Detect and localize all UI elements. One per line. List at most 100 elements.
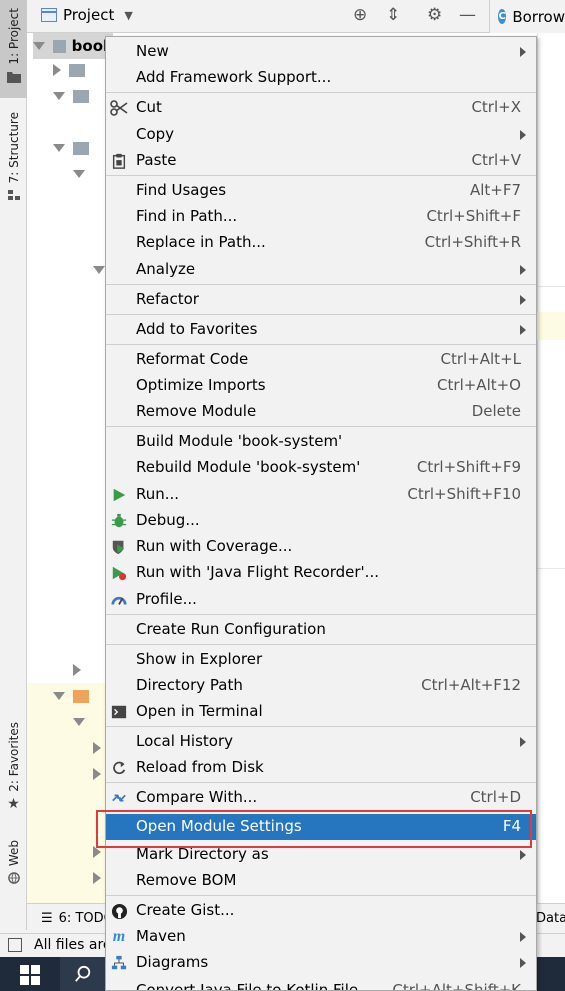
menu-item-replace-in-path[interactable]: Replace in Path... Ctrl+Shift+R: [106, 230, 536, 256]
tree-row[interactable]: [93, 865, 101, 891]
menu-item-refactor[interactable]: Refactor: [106, 287, 536, 313]
tab-structure[interactable]: 7: Structure: [0, 112, 27, 212]
tree-row[interactable]: [93, 735, 101, 761]
menu-item-label: Create Gist...: [136, 901, 235, 919]
menu-item-local-history[interactable]: Local History: [106, 729, 536, 755]
menu-item-reload-from-disk[interactable]: Reload from Disk: [106, 755, 536, 781]
collapsed-arrow-icon: [73, 664, 81, 676]
menu-item-directory-path[interactable]: Directory Path Ctrl+Alt+F12: [106, 673, 536, 699]
menu-item-analyze[interactable]: Analyze: [106, 257, 536, 283]
editor-current-line: [537, 312, 565, 340]
tree-row[interactable]: [53, 83, 89, 109]
tree-row-root[interactable]: book: [33, 33, 113, 59]
submenu-arrow-icon: [520, 130, 526, 140]
module-folder-icon: [53, 39, 66, 53]
tab-favorites[interactable]: 2: Favorites ★: [0, 722, 27, 822]
menu-item-create-gist[interactable]: Create Gist...: [106, 898, 536, 924]
project-view-selector[interactable]: Project ▼: [41, 6, 133, 24]
menu-item-label: Run with 'Java Flight Recorder'...: [136, 563, 379, 581]
menu-item-shortcut: Ctrl+Alt+L: [440, 350, 522, 368]
menu-separator: [106, 314, 536, 315]
menu-item-label: Show in Explorer: [136, 650, 263, 668]
tree-row[interactable]: [53, 57, 85, 83]
menu-item-new[interactable]: New: [106, 39, 536, 65]
tree-row[interactable]: [53, 683, 89, 709]
menu-item-compare-with[interactable]: Compare With... Ctrl+D: [106, 785, 536, 811]
taskbar-search[interactable]: [60, 957, 105, 991]
submenu-arrow-icon: [520, 47, 526, 57]
status-panel-icon[interactable]: [8, 938, 22, 952]
menu-item-convert-java-file-to-kotlin-file[interactable]: Convert Java File to Kotlin File Ctrl+Alt…: [106, 978, 536, 991]
profile-icon: [110, 591, 128, 609]
tab-favorites-label: 2: Favorites: [6, 722, 21, 792]
menu-item-maven[interactable]: m Maven: [106, 924, 536, 950]
locate-icon[interactable]: ⊕: [353, 5, 367, 25]
terminal-icon: [110, 703, 128, 721]
panel-title: Project: [63, 6, 115, 24]
gear-icon[interactable]: ⚙: [427, 5, 442, 25]
tab-project[interactable]: 1: Project: [0, 0, 27, 98]
tree-row[interactable]: [73, 161, 85, 187]
run-icon: [110, 486, 128, 504]
menu-item-create-run-configuration[interactable]: Create Run Configuration: [106, 617, 536, 643]
hide-icon[interactable]: —: [459, 5, 476, 25]
menu-item-debug[interactable]: Debug...: [106, 508, 536, 534]
collapsed-arrow-icon: [93, 768, 101, 780]
menu-item-profile[interactable]: Profile...: [106, 587, 536, 613]
menu-item-run-with-java-flight-recorder[interactable]: Run with 'Java Flight Recorder'...: [106, 560, 536, 586]
menu-item-shortcut: Ctrl+Alt+Shift+K: [392, 981, 521, 991]
menu-item-optimize-imports[interactable]: Optimize Imports Ctrl+Alt+O: [106, 373, 536, 399]
menu-item-find-usages[interactable]: Find Usages Alt+F7: [106, 178, 536, 204]
menu-item-run-with-coverage[interactable]: Run with Coverage...: [106, 534, 536, 560]
project-panel-header: Project ▼ ⊕ ⇕ ⚙ — C Borrow: [27, 0, 565, 33]
tree-row[interactable]: [53, 135, 89, 161]
menu-item-shortcut: Ctrl+X: [471, 98, 521, 116]
search-icon: [75, 965, 91, 982]
menu-item-remove-bom[interactable]: Remove BOM: [106, 868, 536, 894]
menu-item-add-to-favorites[interactable]: Add to Favorites: [106, 317, 536, 343]
menu-item-label: Debug...: [136, 511, 200, 529]
list-icon: ☰: [41, 911, 53, 926]
menu-item-show-in-explorer[interactable]: Show in Explorer: [106, 647, 536, 673]
submenu-arrow-icon: [520, 325, 526, 335]
menu-item-label: Refactor: [136, 290, 199, 308]
tree-row[interactable]: [93, 761, 101, 787]
menu-item-cut[interactable]: Cut Ctrl+X: [106, 95, 536, 121]
tab-web[interactable]: Web: [0, 840, 27, 895]
menu-item-label: New: [136, 42, 169, 60]
menu-item-shortcut: Ctrl+Alt+F12: [421, 676, 521, 694]
windows-start-icon[interactable]: [20, 965, 40, 985]
left-tool-strip: 1: Project 7: Structure 2: Favorites ★ W…: [0, 0, 27, 930]
menu-item-label: Local History: [136, 732, 234, 750]
collapse-all-icon[interactable]: ⇕: [386, 5, 400, 25]
collapsed-arrow-icon: [53, 64, 61, 76]
menu-item-label: Run...: [136, 485, 180, 503]
menu-item-run[interactable]: Run... Ctrl+Shift+F10: [106, 482, 536, 508]
todo-tab[interactable]: ☰ 6: TODO: [41, 911, 114, 926]
menu-separator: [106, 726, 536, 727]
menu-item-add-framework-support[interactable]: Add Framework Support...: [106, 65, 536, 91]
menu-item-shortcut: Ctrl+Alt+O: [437, 376, 521, 394]
menu-item-paste[interactable]: Paste Ctrl+V: [106, 148, 536, 174]
menu-item-label: Copy: [136, 125, 175, 143]
folder-icon: [73, 89, 89, 103]
data-tab-label[interactable]: Data: [536, 911, 565, 926]
menu-item-rebuild-module-book-system[interactable]: Rebuild Module 'book-system' Ctrl+Shift+F…: [106, 455, 536, 481]
menu-item-build-module-book-system[interactable]: Build Module 'book-system': [106, 429, 536, 455]
tab-web-label: Web: [6, 840, 21, 867]
tree-row[interactable]: [73, 657, 81, 683]
star-icon: ★: [7, 795, 20, 812]
github-icon: [110, 902, 128, 920]
editor-gutter: [537, 33, 565, 903]
menu-item-open-in-terminal[interactable]: Open in Terminal: [106, 699, 536, 725]
menu-item-remove-module[interactable]: Remove Module Delete: [106, 399, 536, 425]
menu-item-label: Optimize Imports: [136, 376, 266, 394]
menu-item-copy[interactable]: Copy: [106, 122, 536, 148]
menu-item-label: Paste: [136, 151, 177, 169]
tree-row[interactable]: [73, 709, 85, 735]
tree-row[interactable]: [93, 257, 105, 283]
menu-item-find-in-path[interactable]: Find in Path... Ctrl+Shift+F: [106, 204, 536, 230]
menu-item-reformat-code[interactable]: Reformat Code Ctrl+Alt+L: [106, 347, 536, 373]
editor-tab[interactable]: C Borrow: [489, 0, 565, 33]
menu-item-diagrams[interactable]: Diagrams: [106, 950, 536, 976]
